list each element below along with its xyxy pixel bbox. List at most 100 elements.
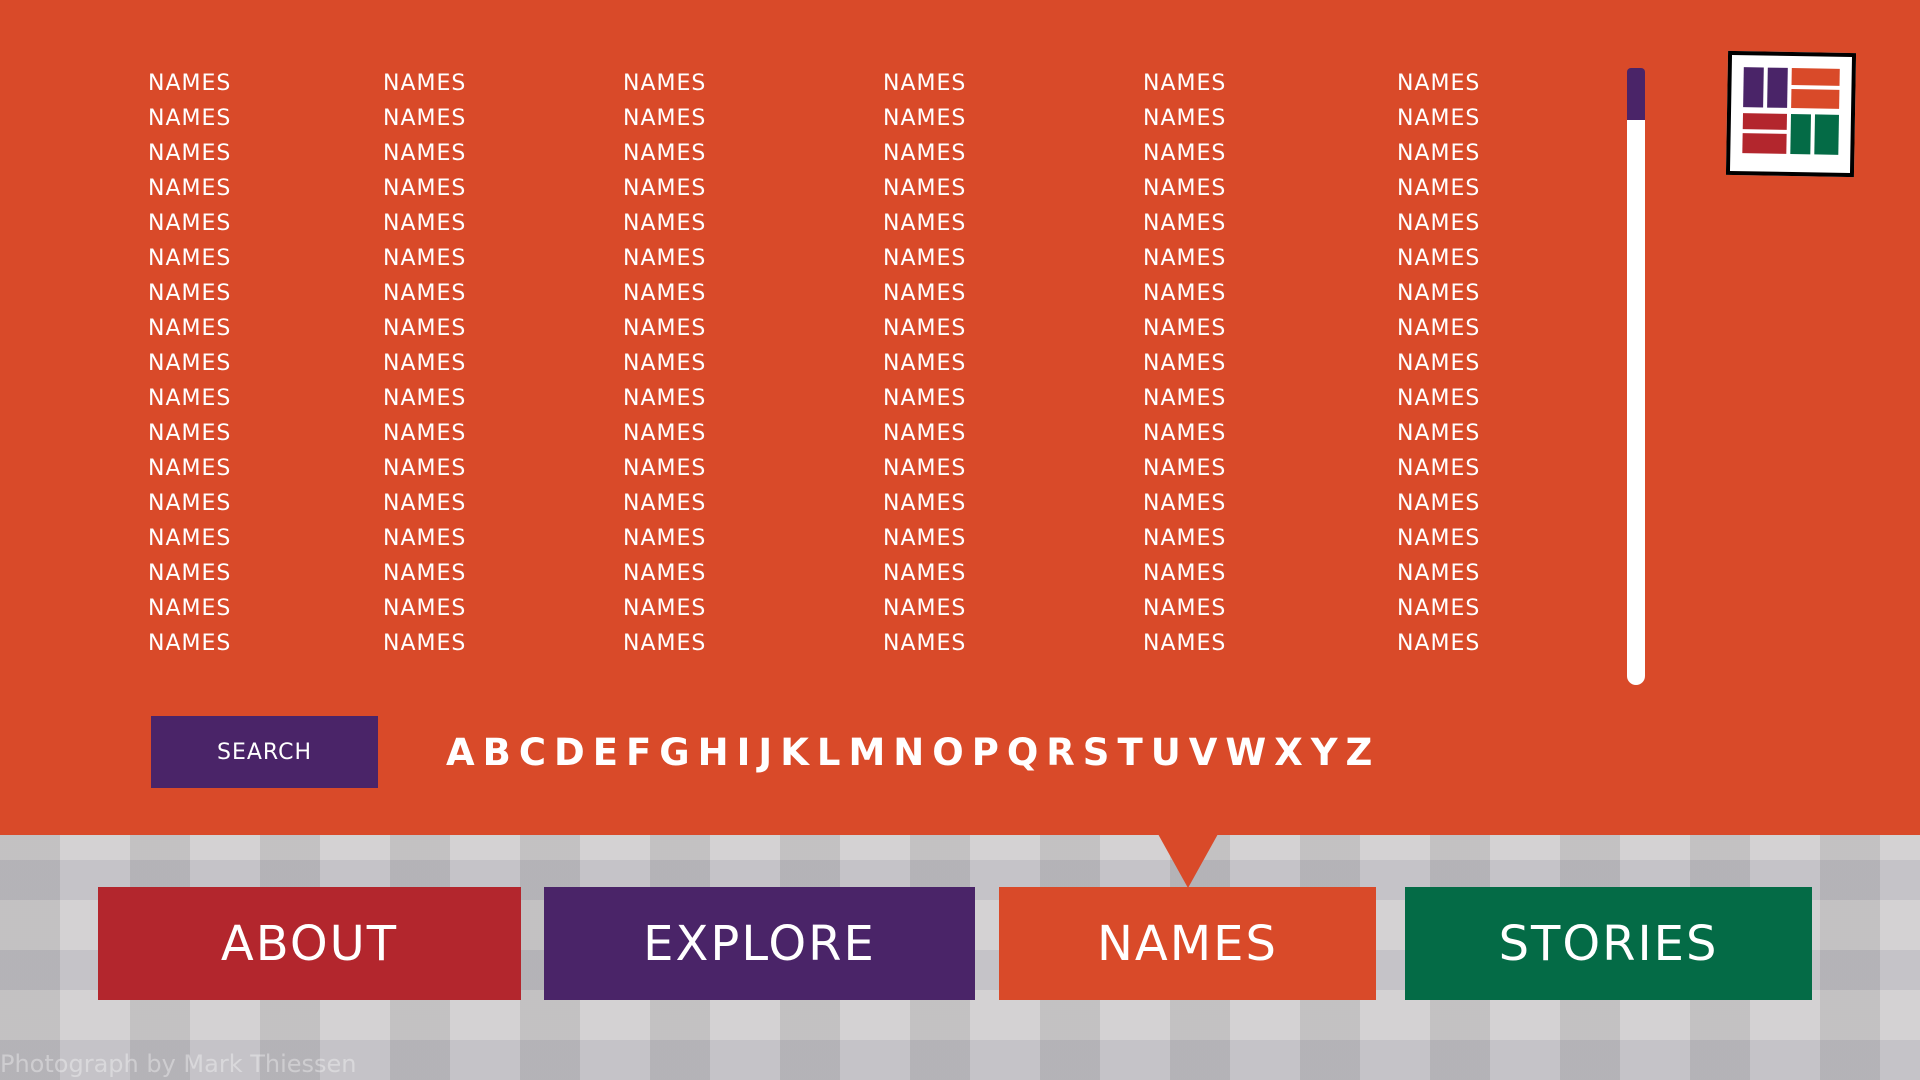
name-entry[interactable]: NAMES — [1143, 101, 1397, 136]
name-entry[interactable]: NAMES — [148, 346, 383, 381]
name-entry[interactable]: NAMES — [883, 241, 1143, 276]
letter-v[interactable]: V — [1189, 731, 1218, 774]
name-entry[interactable]: NAMES — [623, 626, 883, 661]
nav-names-button[interactable]: NAMES — [999, 887, 1376, 1000]
name-entry[interactable]: NAMES — [383, 451, 623, 486]
name-entry[interactable]: NAMES — [623, 171, 883, 206]
letter-x[interactable]: X — [1274, 731, 1303, 774]
name-entry[interactable]: NAMES — [1397, 626, 1508, 661]
name-entry[interactable]: NAMES — [383, 136, 623, 171]
letter-t[interactable]: T — [1117, 731, 1142, 774]
name-entry[interactable]: NAMES — [623, 101, 883, 136]
name-entry[interactable]: NAMES — [623, 591, 883, 626]
name-entry[interactable]: NAMES — [883, 101, 1143, 136]
name-entry[interactable]: NAMES — [623, 136, 883, 171]
name-entry[interactable]: NAMES — [1143, 206, 1397, 241]
letter-h[interactable]: H — [698, 731, 729, 774]
name-entry[interactable]: NAMES — [383, 171, 623, 206]
name-entry[interactable]: NAMES — [1397, 276, 1508, 311]
name-entry[interactable]: NAMES — [1143, 241, 1397, 276]
names-scrollbar[interactable] — [1627, 68, 1645, 685]
letter-o[interactable]: O — [932, 731, 963, 774]
name-entry[interactable]: NAMES — [883, 486, 1143, 521]
name-entry[interactable]: NAMES — [148, 206, 383, 241]
name-entry[interactable]: NAMES — [1143, 556, 1397, 591]
letter-p[interactable]: P — [972, 731, 999, 774]
name-entry[interactable]: NAMES — [1143, 136, 1397, 171]
letter-i[interactable]: I — [737, 731, 751, 774]
name-entry[interactable]: NAMES — [1143, 66, 1397, 101]
name-entry[interactable]: NAMES — [1397, 346, 1508, 381]
letter-s[interactable]: S — [1083, 731, 1110, 774]
scrollbar-thumb[interactable] — [1627, 68, 1645, 120]
name-entry[interactable]: NAMES — [883, 626, 1143, 661]
name-entry[interactable]: NAMES — [383, 276, 623, 311]
name-entry[interactable]: NAMES — [1397, 556, 1508, 591]
name-entry[interactable]: NAMES — [883, 556, 1143, 591]
letter-m[interactable]: M — [848, 731, 885, 774]
name-entry[interactable]: NAMES — [148, 626, 383, 661]
letter-n[interactable]: N — [893, 731, 924, 774]
name-entry[interactable]: NAMES — [883, 276, 1143, 311]
name-entry[interactable]: NAMES — [1143, 346, 1397, 381]
name-entry[interactable]: NAMES — [383, 101, 623, 136]
name-entry[interactable]: NAMES — [1397, 241, 1508, 276]
name-entry[interactable]: NAMES — [148, 66, 383, 101]
name-entry[interactable]: NAMES — [383, 486, 623, 521]
name-entry[interactable]: NAMES — [623, 486, 883, 521]
name-entry[interactable]: NAMES — [383, 381, 623, 416]
name-entry[interactable]: NAMES — [1143, 451, 1397, 486]
name-entry[interactable]: NAMES — [1143, 521, 1397, 556]
name-entry[interactable]: NAMES — [883, 591, 1143, 626]
name-entry[interactable]: NAMES — [1397, 451, 1508, 486]
name-entry[interactable]: NAMES — [623, 521, 883, 556]
name-entry[interactable]: NAMES — [1397, 521, 1508, 556]
name-entry[interactable]: NAMES — [623, 311, 883, 346]
name-entry[interactable]: NAMES — [148, 556, 383, 591]
name-entry[interactable]: NAMES — [148, 171, 383, 206]
quilt-logo-icon[interactable] — [1725, 50, 1857, 178]
name-entry[interactable]: NAMES — [1397, 136, 1508, 171]
name-entry[interactable]: NAMES — [1143, 381, 1397, 416]
name-entry[interactable]: NAMES — [1143, 171, 1397, 206]
name-entry[interactable]: NAMES — [383, 521, 623, 556]
name-entry[interactable]: NAMES — [148, 486, 383, 521]
name-entry[interactable]: NAMES — [383, 311, 623, 346]
name-entry[interactable]: NAMES — [1397, 591, 1508, 626]
name-entry[interactable]: NAMES — [1397, 171, 1508, 206]
name-entry[interactable]: NAMES — [883, 311, 1143, 346]
name-entry[interactable]: NAMES — [148, 451, 383, 486]
name-entry[interactable]: NAMES — [1397, 486, 1508, 521]
name-entry[interactable]: NAMES — [883, 521, 1143, 556]
name-entry[interactable]: NAMES — [1143, 591, 1397, 626]
letter-k[interactable]: K — [780, 731, 809, 774]
letter-g[interactable]: G — [659, 731, 689, 774]
letter-d[interactable]: D — [554, 731, 585, 774]
name-entry[interactable]: NAMES — [623, 346, 883, 381]
name-entry[interactable]: NAMES — [623, 381, 883, 416]
name-entry[interactable]: NAMES — [148, 136, 383, 171]
name-entry[interactable]: NAMES — [148, 101, 383, 136]
name-entry[interactable]: NAMES — [383, 416, 623, 451]
name-entry[interactable]: NAMES — [1143, 311, 1397, 346]
name-entry[interactable]: NAMES — [148, 591, 383, 626]
nav-about-button[interactable]: ABOUT — [98, 887, 521, 1000]
name-entry[interactable]: NAMES — [148, 416, 383, 451]
letter-b[interactable]: B — [483, 731, 511, 774]
name-entry[interactable]: NAMES — [1397, 66, 1508, 101]
letter-u[interactable]: U — [1151, 731, 1181, 774]
letter-j[interactable]: J — [758, 731, 772, 774]
name-entry[interactable]: NAMES — [883, 206, 1143, 241]
name-entry[interactable]: NAMES — [623, 66, 883, 101]
name-entry[interactable]: NAMES — [148, 241, 383, 276]
name-entry[interactable]: NAMES — [1143, 486, 1397, 521]
name-entry[interactable]: NAMES — [383, 241, 623, 276]
name-entry[interactable]: NAMES — [148, 311, 383, 346]
name-entry[interactable]: NAMES — [1143, 276, 1397, 311]
letter-f[interactable]: F — [626, 731, 651, 774]
letter-q[interactable]: Q — [1007, 731, 1038, 774]
name-entry[interactable]: NAMES — [1397, 416, 1508, 451]
name-entry[interactable]: NAMES — [1397, 381, 1508, 416]
name-entry[interactable]: NAMES — [883, 346, 1143, 381]
name-entry[interactable]: NAMES — [883, 171, 1143, 206]
